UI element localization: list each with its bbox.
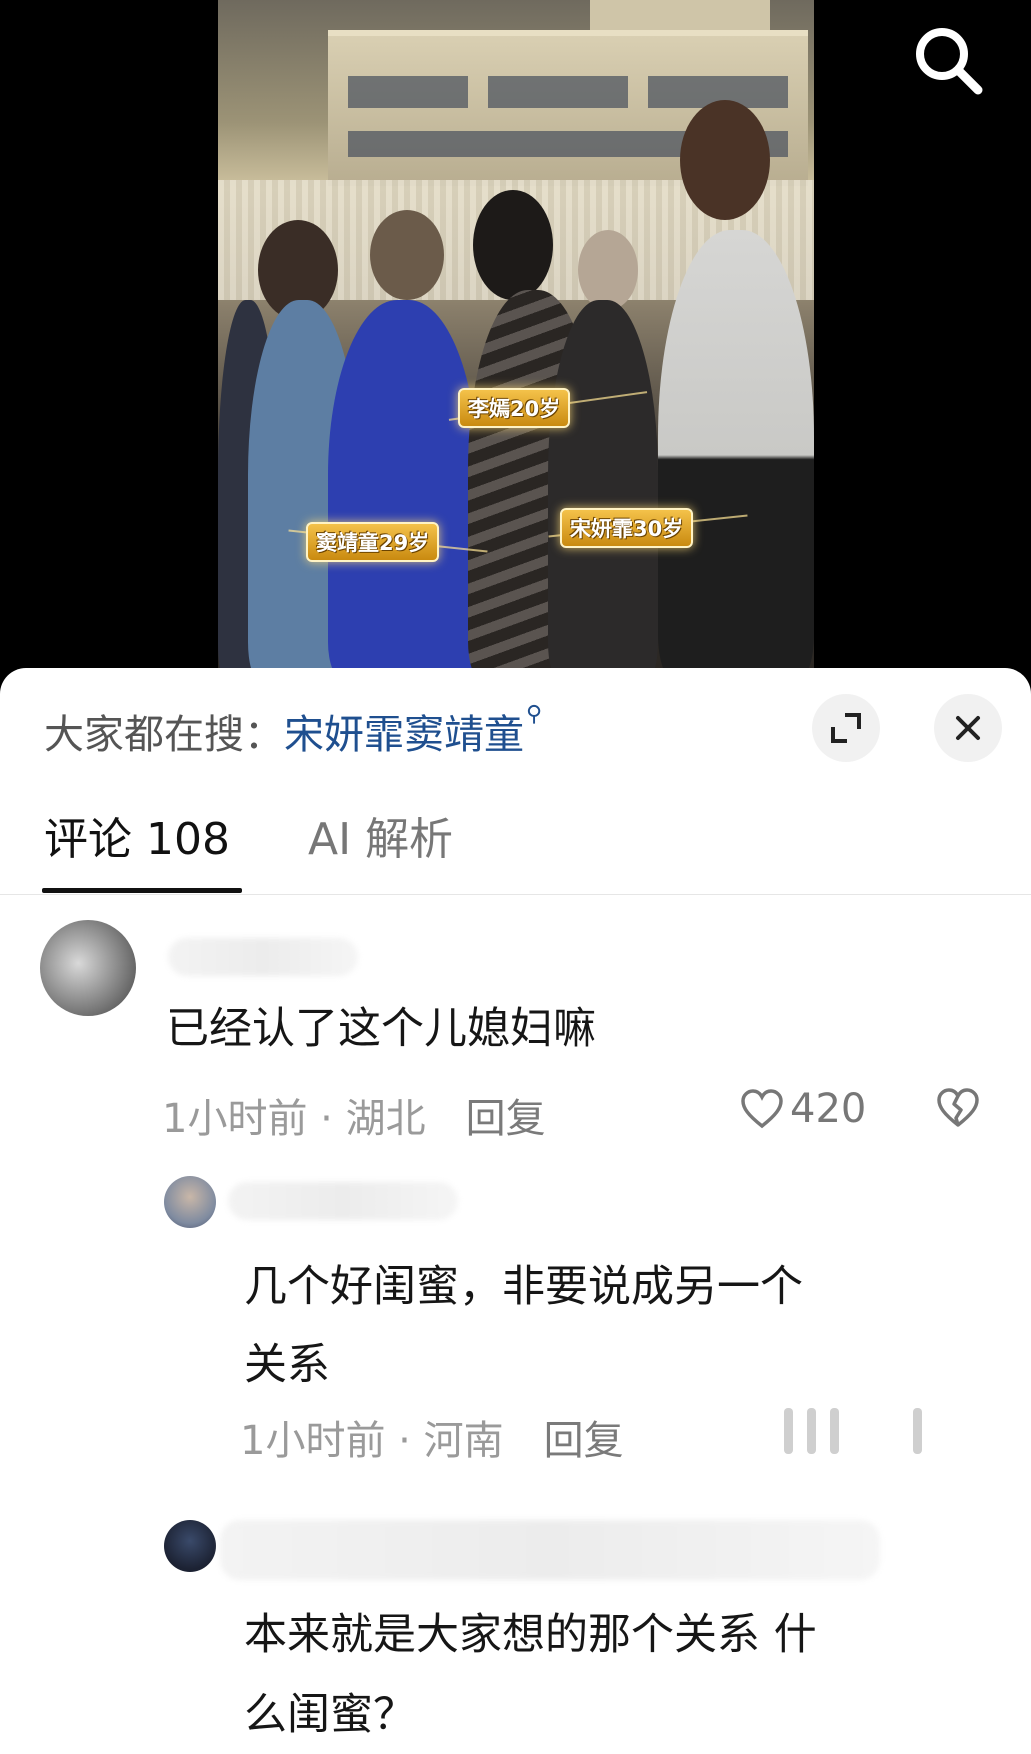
reply-button[interactable]: 回复 (466, 1096, 546, 1142)
video-area[interactable]: 李嫣20岁 窦靖童29岁 宋妍霏30岁 (0, 0, 1031, 680)
comment-text-line2: 么闺蜜？ (244, 1690, 416, 1740)
search-button[interactable] (908, 20, 988, 100)
expand-button[interactable] (812, 694, 880, 762)
broken-heart-icon (937, 1088, 979, 1127)
comment-time: 1小时前 (240, 1418, 386, 1464)
like-count: 420 (790, 1086, 867, 1132)
expand-icon (831, 713, 861, 743)
comment-text-line1: 本来就是大家想的那个关系 什 (244, 1610, 817, 1660)
heart-icon (741, 1089, 783, 1129)
username-blurred[interactable] (228, 1182, 458, 1220)
active-tab-indicator (42, 888, 242, 893)
close-button[interactable] (934, 694, 1002, 762)
avatar[interactable] (40, 920, 136, 1016)
hot-search-prefix: 大家都在搜： (44, 712, 284, 758)
divider (0, 894, 1031, 895)
comment-text-line1: 几个好闺蜜，非要说成另一个 (244, 1262, 803, 1312)
tab-comments[interactable]: 评论 108 (44, 803, 230, 867)
close-icon (956, 716, 980, 740)
username-blurred[interactable] (220, 1520, 880, 1580)
comment-meta: 1小时前 · 湖北 回复 (162, 1096, 546, 1142)
overlay-tag-li: 李嫣20岁 (458, 388, 571, 428)
avatar[interactable] (164, 1176, 216, 1228)
search-icon (916, 28, 983, 95)
reaction-icons-blurred (784, 1408, 922, 1454)
comment-text: 已经认了这个儿媳妇嘛 (166, 1004, 596, 1054)
dislike-button[interactable] (936, 1088, 980, 1132)
overlay-tag-song: 宋妍霏30岁 (560, 508, 694, 548)
video-frame[interactable]: 李嫣20岁 窦靖童29岁 宋妍霏30岁 (218, 0, 814, 680)
hot-search-bar[interactable]: 大家都在搜：宋妍霏窦靖童⚲ (44, 702, 542, 760)
avatar[interactable] (164, 1520, 216, 1572)
hot-search-query-link[interactable]: 宋妍霏窦靖童 (284, 712, 524, 758)
small-search-icon: ⚲ (526, 702, 543, 727)
like-button[interactable]: 420 (740, 1086, 866, 1132)
overlay-tag-dou: 窦靖童29岁 (306, 522, 440, 562)
comment-text-line2: 关系 (244, 1340, 330, 1390)
comment-sheet: 大家都在搜：宋妍霏窦靖童⚲ 评论 108 AI 解析 已经认了这个儿媳妇嘛 1小… (0, 668, 1031, 1754)
comment-meta: 1小时前 · 河南 回复 (240, 1418, 624, 1464)
comment-location: 河南 (423, 1418, 504, 1464)
username-blurred[interactable] (168, 938, 358, 976)
tab-ai-analysis[interactable]: AI 解析 (308, 803, 453, 867)
comment-time: 1小时前 (162, 1096, 308, 1142)
comment-location: 湖北 (345, 1096, 426, 1142)
reply-button[interactable]: 回复 (544, 1418, 624, 1464)
comment-tabs: 评论 108 AI 解析 (0, 803, 1031, 865)
